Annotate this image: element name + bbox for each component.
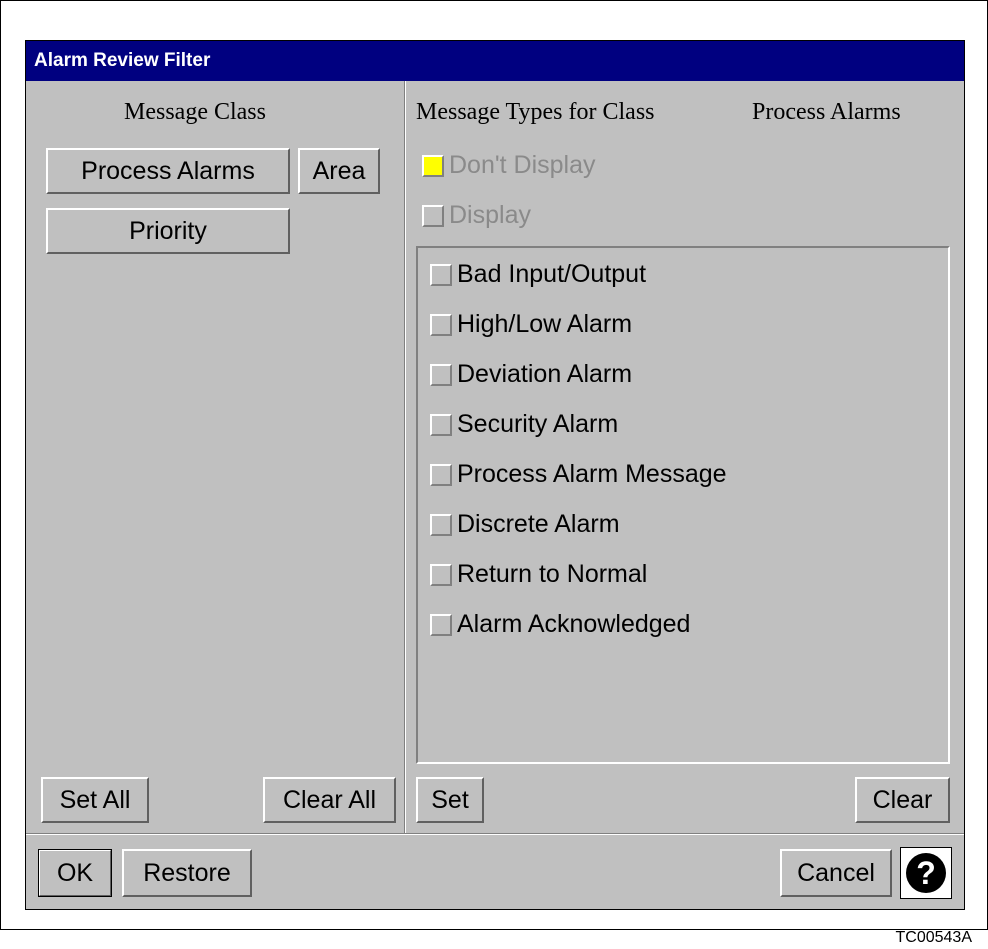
- help-icon: ?: [906, 853, 946, 893]
- selected-class-label: Process Alarms: [752, 99, 901, 125]
- message-types-heading: Message Types for Class: [416, 99, 655, 125]
- footer-divider: [26, 833, 964, 835]
- checkbox[interactable]: [430, 313, 452, 336]
- list-item[interactable]: High/Low Alarm: [430, 310, 632, 339]
- checkbox[interactable]: [430, 513, 452, 536]
- list-item[interactable]: Alarm Acknowledged: [430, 610, 690, 639]
- list-item[interactable]: Process Alarm Message: [430, 460, 727, 489]
- dont-display-checkbox[interactable]: [422, 154, 444, 177]
- set-all-button[interactable]: Set All: [41, 777, 149, 823]
- message-class-heading: Message Class: [124, 99, 266, 125]
- list-item[interactable]: Return to Normal: [430, 560, 647, 589]
- list-item-label: Discrete Alarm: [457, 510, 620, 538]
- checkbox[interactable]: [430, 463, 452, 486]
- list-item[interactable]: Deviation Alarm: [430, 360, 632, 389]
- ok-button[interactable]: OK: [38, 849, 112, 897]
- dont-display-option[interactable]: Don't Display: [422, 151, 596, 180]
- dont-display-label: Don't Display: [449, 151, 596, 179]
- list-item-label: Return to Normal: [457, 560, 648, 588]
- list-item[interactable]: Discrete Alarm: [430, 510, 620, 539]
- alarm-review-filter-dialog: Alarm Review Filter Message Class Proces…: [25, 40, 965, 910]
- display-option[interactable]: Display: [422, 201, 531, 230]
- checkbox[interactable]: [430, 263, 452, 286]
- cancel-button[interactable]: Cancel: [780, 849, 892, 897]
- priority-button[interactable]: Priority: [46, 208, 290, 254]
- clear-all-button[interactable]: Clear All: [263, 777, 396, 823]
- list-item-label: Bad Input/Output: [457, 260, 647, 288]
- checkbox[interactable]: [430, 413, 452, 436]
- list-item-label: Security Alarm: [457, 410, 619, 438]
- checkbox[interactable]: [430, 613, 452, 636]
- display-label: Display: [449, 201, 531, 229]
- process-alarms-button[interactable]: Process Alarms: [46, 148, 290, 194]
- panel-divider: [404, 81, 406, 833]
- set-button[interactable]: Set: [416, 777, 484, 823]
- list-item-label: High/Low Alarm: [457, 310, 633, 338]
- display-checkbox[interactable]: [422, 204, 444, 227]
- list-item-label: Deviation Alarm: [457, 360, 633, 388]
- list-item[interactable]: Security Alarm: [430, 410, 618, 439]
- restore-button[interactable]: Restore: [122, 849, 252, 897]
- list-item[interactable]: Bad Input/Output: [430, 260, 646, 289]
- message-types-list: Bad Input/Output High/Low Alarm Deviatio…: [416, 246, 950, 764]
- window-title: Alarm Review Filter: [26, 41, 964, 81]
- help-button[interactable]: ?: [900, 847, 952, 899]
- checkbox[interactable]: [430, 563, 452, 586]
- clear-button[interactable]: Clear: [855, 777, 950, 823]
- list-item-label: Process Alarm Message: [457, 460, 727, 488]
- figure-caption: TC00543A: [895, 929, 973, 946]
- list-item-label: Alarm Acknowledged: [457, 610, 691, 638]
- area-button[interactable]: Area: [298, 148, 380, 194]
- checkbox[interactable]: [430, 363, 452, 386]
